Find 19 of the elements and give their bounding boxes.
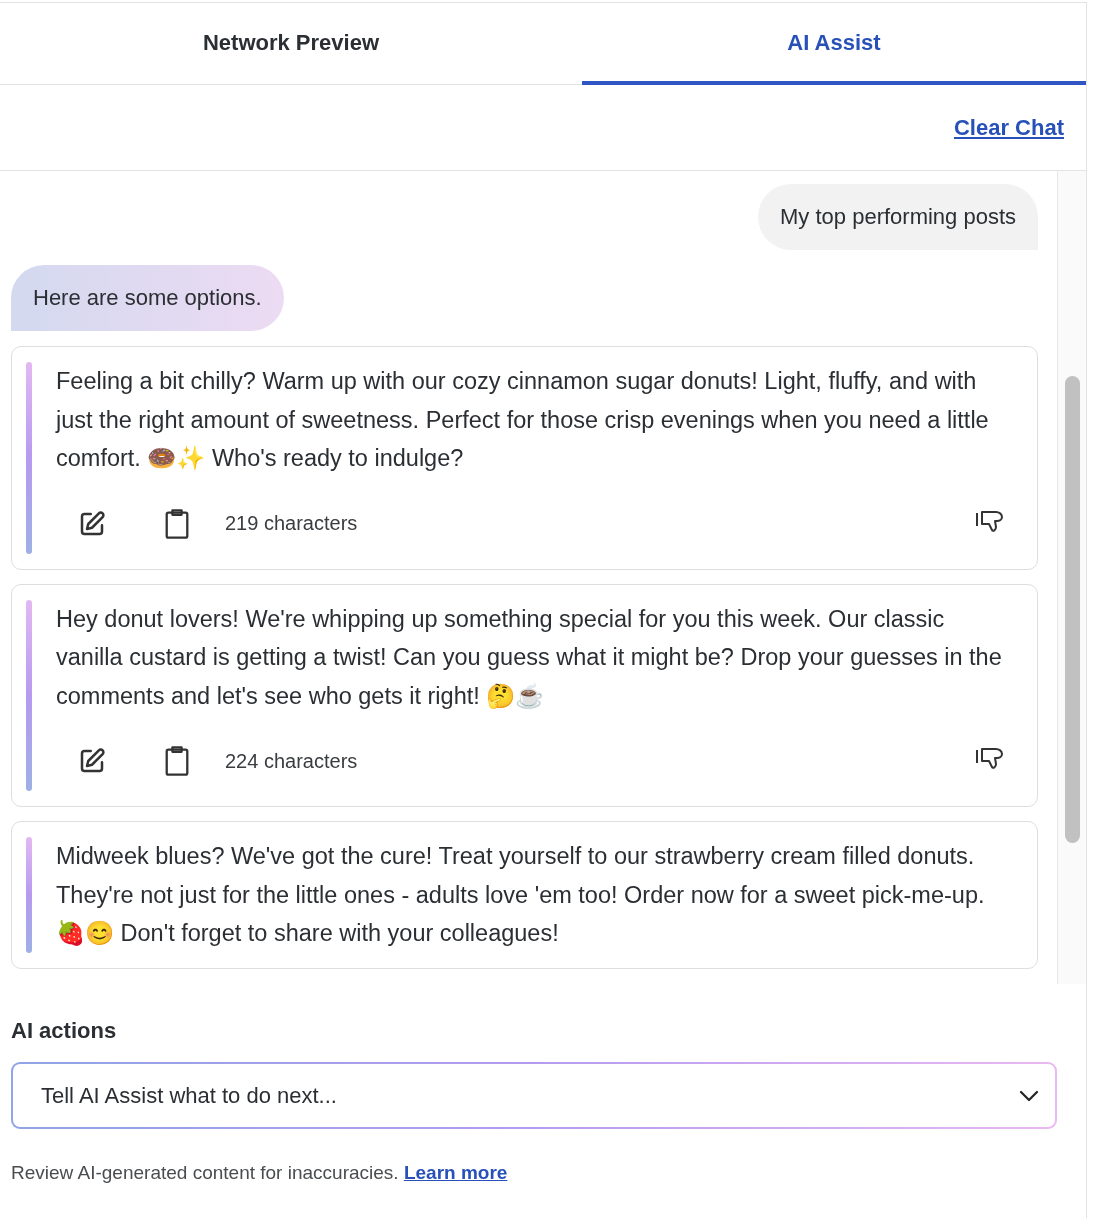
assistant-message: Here are some options. bbox=[11, 265, 284, 331]
character-count: 219 characters bbox=[225, 512, 358, 535]
tab[interactable]: Network Preview bbox=[0, 3, 582, 85]
prompt-field[interactable]: Tell AI Assist what to do next... bbox=[11, 1062, 1057, 1129]
character-count: 224 characters bbox=[225, 749, 358, 773]
user-message: My top performing posts bbox=[758, 184, 1039, 250]
tab[interactable]: AI Assist bbox=[582, 3, 1086, 85]
chevron-down-icon[interactable] bbox=[1019, 1090, 1039, 1102]
clear-chat-link[interactable]: Clear Chat bbox=[953, 114, 1064, 141]
clipboard-icon[interactable] bbox=[163, 745, 191, 777]
clipboard-icon[interactable] bbox=[163, 507, 191, 540]
disclaimer-text: Review AI-generated content for inaccuracies. Learn more bbox=[11, 1162, 509, 1184]
learn-more-link[interactable]: Learn more bbox=[403, 1162, 508, 1183]
section-label: AI actions bbox=[11, 1018, 118, 1044]
scrollbar-thumb[interactable] bbox=[1065, 376, 1081, 843]
suggestion-text: Hey donut lovers! We're whipping up something special for you this week. Our classic vanilla custard is getting a twist! Can you guess what it might be? Drop your guesses in the comments and let's see who gets it right! 🤔☕ bbox=[56, 604, 1003, 711]
scrollbar[interactable] bbox=[1057, 171, 1086, 984]
suggestion-text: Midweek blues? We've got the cure! Treat yourself to our strawberry cream filled donuts. They're not just for the little ones - adults love 'em too! Order now for a sweet pick-me-up. 🍓😊 Don't forget to share with your colleagues! bbox=[56, 842, 986, 948]
suggestion-text: Feeling a bit chilly? Warm up with our cozy cinnamon sugar donuts! Light, fluffy, and with just the right amount of sweetness. Perfect for those crisp evenings when you need a little comfort. 🍩✨ Who's ready to indulge? bbox=[56, 367, 990, 473]
